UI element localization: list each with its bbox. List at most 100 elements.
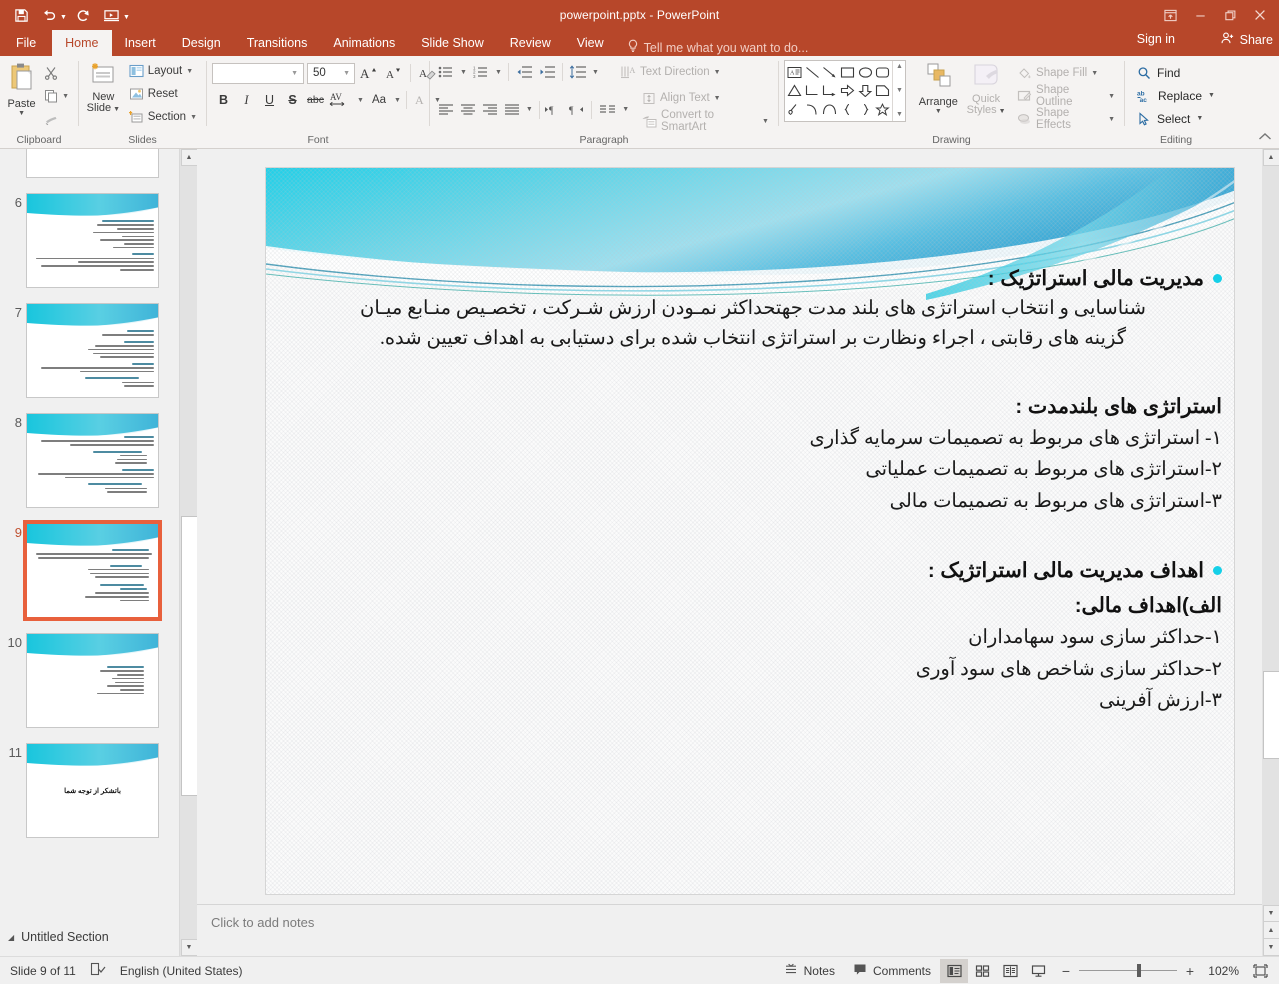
save-icon[interactable] (8, 3, 34, 27)
align-right-button[interactable] (480, 99, 501, 120)
arrange-button[interactable]: Arrange ▼ (913, 60, 963, 116)
columns-button[interactable] (596, 99, 619, 120)
font-color-button[interactable]: A (410, 89, 432, 111)
shapes-scroll-up-icon[interactable]: ▲ (896, 63, 903, 71)
shape-rectangle-icon[interactable] (839, 63, 857, 82)
normal-view-button[interactable] (940, 958, 968, 983)
decrease-indent-button[interactable] (513, 62, 535, 83)
collapse-ribbon-icon[interactable] (1258, 132, 1272, 145)
layout-dropdown-icon[interactable]: ▼ (186, 68, 193, 75)
shape-left-brace-icon[interactable] (839, 100, 857, 119)
shape-triangle-icon[interactable] (786, 82, 804, 101)
start-from-beginning-icon[interactable] (99, 3, 125, 27)
shape-rounded-rectangle-icon[interactable] (874, 63, 892, 82)
tab-view[interactable]: View (564, 30, 617, 56)
list-item[interactable]: 10 (0, 633, 179, 728)
scroll-down-icon[interactable]: ▼ (180, 939, 198, 956)
slide-scrollbar[interactable]: ▲ ▼ ▲ ▼ (1262, 149, 1279, 956)
replace-button[interactable]: ab ac Replace ▼ (1134, 84, 1218, 107)
justify-button[interactable] (502, 99, 523, 120)
zoom-slider-handle[interactable] (1137, 964, 1141, 977)
section-bar[interactable]: ◢ Untitled Section (0, 918, 179, 956)
tab-home[interactable]: Home (52, 30, 112, 56)
redo-icon[interactable] (71, 3, 97, 27)
shape-star-icon[interactable] (874, 100, 892, 119)
arrange-dropdown-icon[interactable]: ▼ (935, 108, 942, 116)
shape-right-arrow-icon[interactable] (839, 82, 857, 101)
replace-dropdown-icon[interactable]: ▼ (1208, 92, 1215, 99)
list-item[interactable] (0, 149, 179, 178)
scroll-up-icon[interactable]: ▲ (180, 149, 198, 166)
undo-dropdown-icon[interactable]: ▼ (60, 9, 67, 21)
shape-effects-dropdown-icon[interactable]: ▼ (1108, 116, 1115, 123)
strikethrough-button[interactable]: abc (304, 89, 327, 111)
tab-slide-show[interactable]: Slide Show (408, 30, 497, 56)
align-text-dropdown-icon[interactable]: ▼ (714, 95, 721, 102)
left-to-right-text-direction-button[interactable]: ¶ (544, 99, 565, 120)
slide-thumbnail[interactable] (26, 193, 159, 288)
shape-curve-icon[interactable] (804, 100, 822, 119)
slide-thumbnail[interactable] (26, 413, 159, 508)
notes-toggle-button[interactable]: Notes (775, 958, 844, 984)
line-spacing-dropdown-icon[interactable]: ▼ (590, 62, 601, 83)
italic-button[interactable]: I (235, 89, 258, 111)
decrease-font-size-button[interactable]: A (382, 62, 405, 84)
section-collapse-icon[interactable]: ◢ (8, 933, 14, 942)
copy-button[interactable]: ▼ (40, 85, 73, 107)
scrollbar-track[interactable] (180, 166, 198, 939)
next-slide-icon[interactable]: ▼ (1262, 939, 1279, 956)
slide-show-view-button[interactable] (1024, 959, 1052, 983)
list-item[interactable]: 6 (0, 193, 179, 288)
new-slide-dropdown-icon[interactable]: ▼ (111, 106, 120, 113)
numbering-dropdown-icon[interactable]: ▼ (493, 62, 504, 83)
bold-button[interactable]: B (212, 89, 235, 111)
align-dropdown-icon[interactable]: ▼ (524, 99, 535, 120)
new-slide-button[interactable]: New Slide ▼ (84, 60, 123, 114)
previous-slide-icon[interactable]: ▲ (1262, 922, 1279, 939)
font-name-dropdown-icon[interactable]: ▼ (289, 70, 300, 77)
shapes-gallery-scrollbar[interactable]: ▲ ▼ ▼ (892, 61, 906, 121)
restore-icon[interactable] (1215, 2, 1245, 28)
shape-elbow-arrow-connector-icon[interactable] (821, 82, 839, 101)
align-left-button[interactable] (435, 99, 456, 120)
zoom-out-button[interactable]: − (1060, 963, 1072, 979)
tab-review[interactable]: Review (497, 30, 564, 56)
character-spacing-dropdown-icon[interactable]: ▼ (355, 90, 366, 111)
increase-font-size-button[interactable]: A (357, 62, 380, 84)
tab-animations[interactable]: Animations (320, 30, 408, 56)
change-case-dropdown-icon[interactable]: ▼ (392, 90, 403, 111)
convert-to-smartart-button[interactable]: Convert to SmartArt ▼ (638, 109, 773, 133)
tell-me-search[interactable]: Tell me what you want to do... (627, 39, 808, 56)
copy-dropdown-icon[interactable]: ▼ (62, 93, 69, 100)
slide-thumbnail[interactable] (26, 303, 159, 398)
text-direction-button[interactable]: A Text Direction ▼ (616, 61, 725, 83)
shape-arc-icon[interactable] (821, 100, 839, 119)
quick-styles-dropdown-icon[interactable]: ▼ (997, 108, 1006, 115)
language-indicator[interactable]: English (United States) (120, 964, 243, 978)
line-spacing-button[interactable] (567, 62, 589, 83)
tab-insert[interactable]: Insert (112, 30, 169, 56)
slide-thumbnail[interactable] (26, 149, 159, 178)
list-item[interactable]: 11 باتشكر از توجه شما (0, 743, 179, 838)
scrollbar-thumb[interactable] (180, 516, 198, 796)
cut-button[interactable] (40, 62, 73, 84)
slide-thumbnail[interactable]: باتشكر از توجه شما (26, 743, 159, 838)
slide-canvas[interactable]: مدیریت مالی استراتژیک : شناسایی و انتخاب… (265, 167, 1235, 895)
shape-right-brace-icon[interactable] (856, 100, 874, 119)
select-button[interactable]: Select ▼ (1134, 107, 1218, 130)
scroll-up-icon[interactable]: ▲ (1262, 149, 1279, 166)
reset-button[interactable]: Reset (125, 83, 201, 105)
zoom-control[interactable]: − + 102% (1052, 963, 1247, 979)
shape-fill-button[interactable]: Shape Fill ▼ (1013, 62, 1119, 84)
format-painter-button[interactable] (40, 108, 73, 130)
character-spacing-button[interactable]: AV (327, 89, 355, 111)
text-direction-dropdown-icon[interactable]: ▼ (714, 69, 721, 76)
numbering-button[interactable]: 123 (470, 62, 492, 83)
shape-pentagon-icon[interactable] (874, 82, 892, 101)
scrollbar-track[interactable] (1262, 166, 1279, 905)
align-text-button[interactable]: Align Text ▼ (638, 87, 773, 109)
fit-slide-to-window-button[interactable] (1247, 959, 1273, 983)
comments-button[interactable]: Comments (844, 958, 940, 984)
find-button[interactable]: Find (1134, 61, 1218, 84)
shape-arrow-icon[interactable] (821, 63, 839, 82)
